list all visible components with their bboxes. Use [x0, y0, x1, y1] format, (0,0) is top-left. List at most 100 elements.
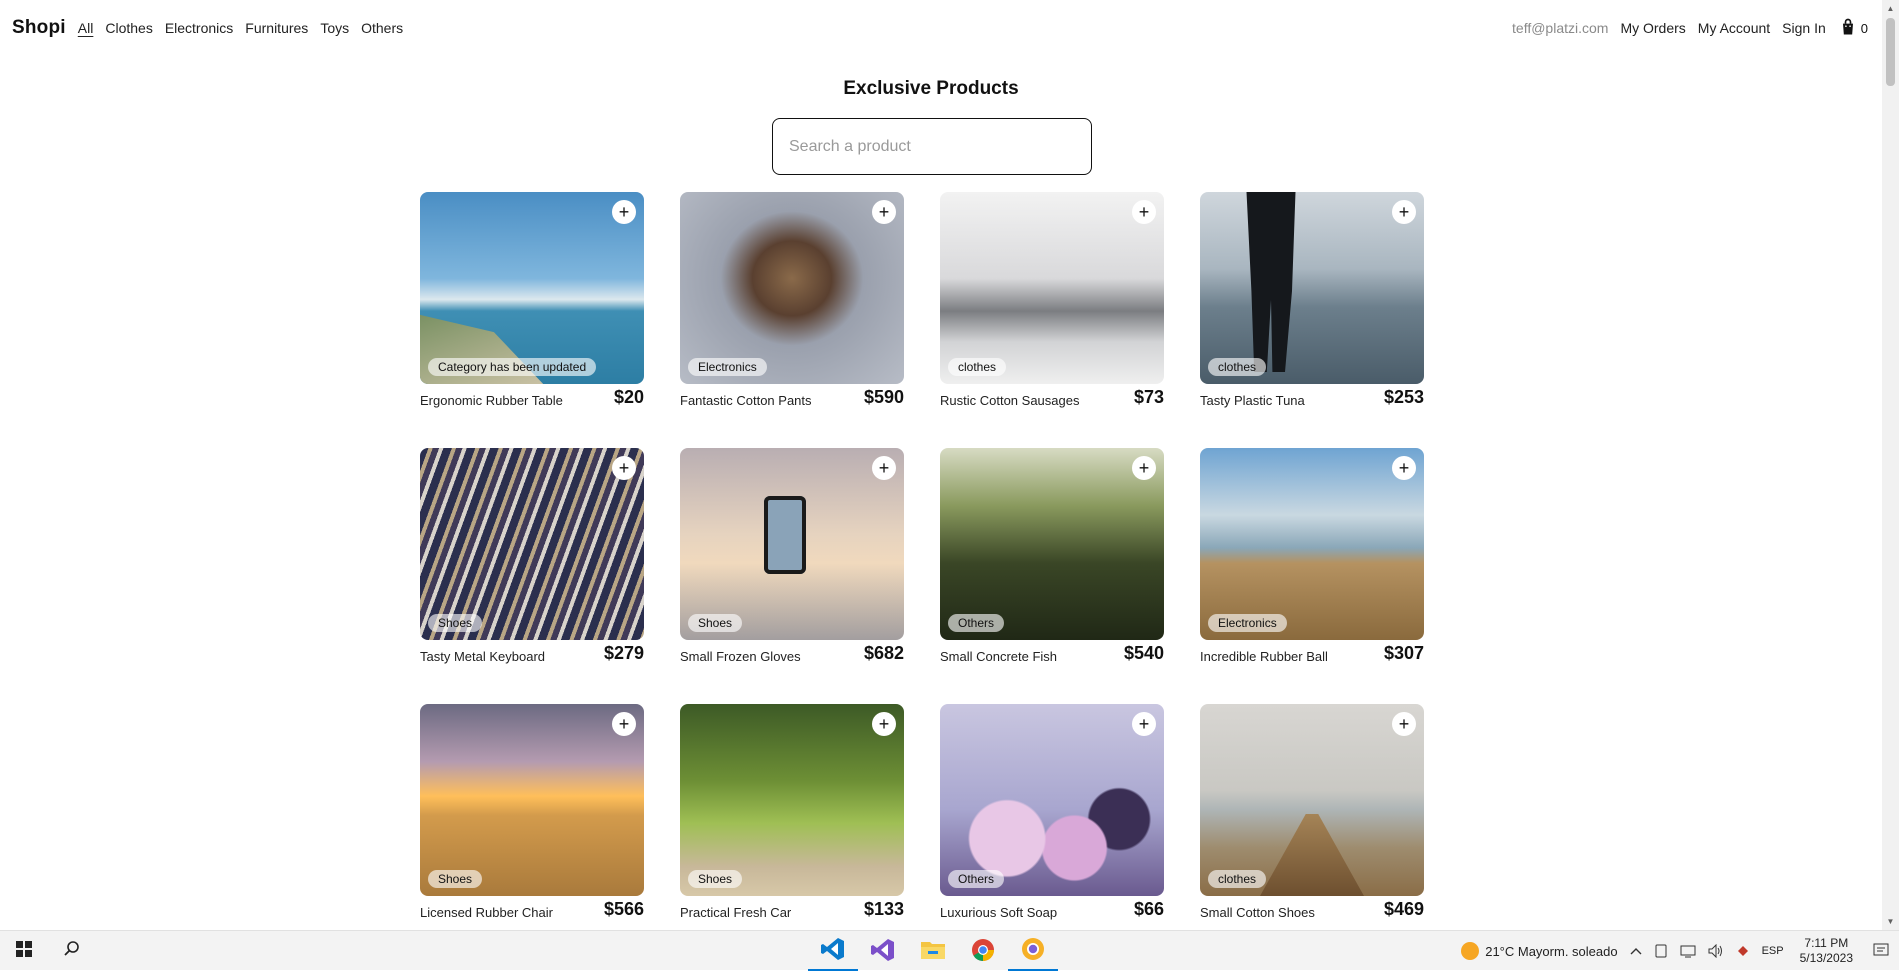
product-info: Luxurious Soft Soap $66 [940, 896, 1164, 920]
product-card[interactable]: Electronics + Fantastic Cotton Pants $59… [680, 192, 904, 408]
taskbar-app-vscode[interactable] [808, 931, 858, 971]
product-price: $307 [1384, 643, 1424, 664]
add-to-cart-button[interactable]: + [872, 456, 896, 480]
taskbar-apps [808, 931, 1058, 971]
product-name: Practical Fresh Car [680, 905, 791, 920]
product-card[interactable]: Shoes + Practical Fresh Car $133 [680, 704, 904, 920]
nav-category-electronics[interactable]: Electronics [165, 20, 233, 36]
my-orders-link[interactable]: My Orders [1620, 20, 1685, 36]
scroll-up-arrow-icon[interactable]: ▲ [1882, 0, 1899, 17]
product-card[interactable]: Shoes + Tasty Metal Keyboard $279 [420, 448, 644, 664]
add-to-cart-button[interactable]: + [872, 712, 896, 736]
category-badge: clothes [1208, 358, 1266, 376]
product-name: Fantastic Cotton Pants [680, 393, 812, 408]
taskbar-search-button[interactable] [48, 931, 96, 971]
clock-date: 5/13/2023 [1800, 951, 1853, 966]
add-to-cart-button[interactable]: + [872, 200, 896, 224]
product-image: clothes + [1200, 192, 1424, 384]
add-to-cart-button[interactable]: + [612, 456, 636, 480]
category-badge: Shoes [428, 614, 482, 632]
add-to-cart-button[interactable]: + [612, 200, 636, 224]
product-card[interactable]: Shoes + Small Frozen Gloves $682 [680, 448, 904, 664]
product-image: Shoes + [420, 448, 644, 640]
category-badge: Electronics [688, 358, 767, 376]
weather-widget[interactable]: 21°C Mayorm. soleado [1461, 942, 1617, 960]
volume-icon[interactable] [1708, 944, 1724, 958]
product-price: $566 [604, 899, 644, 920]
cart-button[interactable]: 0 [1838, 17, 1868, 40]
nav-category-others[interactable]: Others [361, 20, 403, 36]
app-tray-icon[interactable] [1736, 944, 1750, 958]
product-image: Others + [940, 704, 1164, 896]
page-scrollbar[interactable]: ▲ ▼ [1882, 0, 1899, 930]
product-info: Ergonomic Rubber Table $20 [420, 384, 644, 408]
product-image: Others + [940, 448, 1164, 640]
scroll-down-arrow-icon[interactable]: ▼ [1882, 913, 1899, 930]
taskbar-clock[interactable]: 7:11 PM 5/13/2023 [1800, 936, 1853, 966]
product-name: Tasty Metal Keyboard [420, 649, 545, 664]
nav-category-furnitures[interactable]: Furnitures [245, 20, 308, 36]
product-image: clothes + [1200, 704, 1424, 896]
product-card[interactable]: Shoes + Licensed Rubber Chair $566 [420, 704, 644, 920]
category-badge: Shoes [688, 614, 742, 632]
nav-left: Shopi All Clothes Electronics Furnitures… [12, 17, 415, 39]
add-to-cart-button[interactable]: + [1392, 712, 1416, 736]
product-card[interactable]: Others + Luxurious Soft Soap $66 [940, 704, 1164, 920]
chevron-up-icon[interactable] [1630, 947, 1642, 955]
chrome-icon [971, 938, 995, 965]
notification-icon [1873, 942, 1889, 961]
shopping-bag-icon [1838, 17, 1858, 40]
product-image: Shoes + [420, 704, 644, 896]
my-account-link[interactable]: My Account [1698, 20, 1770, 36]
category-badge: Others [948, 870, 1004, 888]
product-price: $590 [864, 387, 904, 408]
taskbar-app-file-explorer[interactable] [908, 931, 958, 971]
scroll-thumb[interactable] [1886, 18, 1895, 86]
vscode-icon [820, 936, 846, 965]
network-icon[interactable] [1680, 944, 1696, 958]
nav-category-clothes[interactable]: Clothes [105, 20, 152, 36]
tablet-icon[interactable] [1654, 944, 1668, 958]
start-button[interactable] [0, 931, 48, 971]
nav-category-toys[interactable]: Toys [320, 20, 349, 36]
add-to-cart-button[interactable]: + [612, 712, 636, 736]
system-tray: 21°C Mayorm. soleado ESP 7:11 PM 5/13/20… [1455, 931, 1899, 971]
nav-right: teff@platzi.com My Orders My Account Sig… [1512, 17, 1868, 40]
product-card[interactable]: clothes + Small Cotton Shoes $469 [1200, 704, 1424, 920]
nav-category-all[interactable]: All [78, 20, 94, 36]
product-price: $20 [614, 387, 644, 408]
brand-logo[interactable]: Shopi [12, 17, 66, 39]
product-name: Incredible Rubber Ball [1200, 649, 1328, 664]
product-card[interactable]: Electronics + Incredible Rubber Ball $30… [1200, 448, 1424, 664]
add-to-cart-button[interactable]: + [1132, 712, 1156, 736]
taskbar-app-visual-studio[interactable] [858, 931, 908, 971]
product-info: Incredible Rubber Ball $307 [1200, 640, 1424, 664]
sign-in-link[interactable]: Sign In [1782, 20, 1826, 36]
product-name: Ergonomic Rubber Table [420, 393, 563, 408]
visual-studio-icon [870, 937, 896, 966]
product-card[interactable]: clothes + Tasty Plastic Tuna $253 [1200, 192, 1424, 408]
product-image: Electronics + [680, 192, 904, 384]
taskbar-app-chrome[interactable] [958, 931, 1008, 971]
product-name: Luxurious Soft Soap [940, 905, 1057, 920]
search-input[interactable] [772, 118, 1092, 175]
category-badge: Category has been updated [428, 358, 596, 376]
product-info: Fantastic Cotton Pants $590 [680, 384, 904, 408]
input-language[interactable]: ESP [1762, 945, 1784, 957]
product-card[interactable]: Category has been updated + Ergonomic Ru… [420, 192, 644, 408]
add-to-cart-button[interactable]: + [1392, 456, 1416, 480]
category-badge: Others [948, 614, 1004, 632]
notification-button[interactable] [1863, 931, 1899, 971]
product-price: $469 [1384, 899, 1424, 920]
add-to-cart-button[interactable]: + [1132, 200, 1156, 224]
product-info: Small Frozen Gloves $682 [680, 640, 904, 664]
product-card[interactable]: Others + Small Concrete Fish $540 [940, 448, 1164, 664]
product-image: Shoes + [680, 448, 904, 640]
taskbar-app-chrome-canary[interactable] [1008, 931, 1058, 971]
file-explorer-icon [920, 939, 946, 964]
product-info: Licensed Rubber Chair $566 [420, 896, 644, 920]
add-to-cart-button[interactable]: + [1392, 200, 1416, 224]
windows-logo-icon [16, 941, 32, 960]
add-to-cart-button[interactable]: + [1132, 456, 1156, 480]
product-card[interactable]: clothes + Rustic Cotton Sausages $73 [940, 192, 1164, 408]
